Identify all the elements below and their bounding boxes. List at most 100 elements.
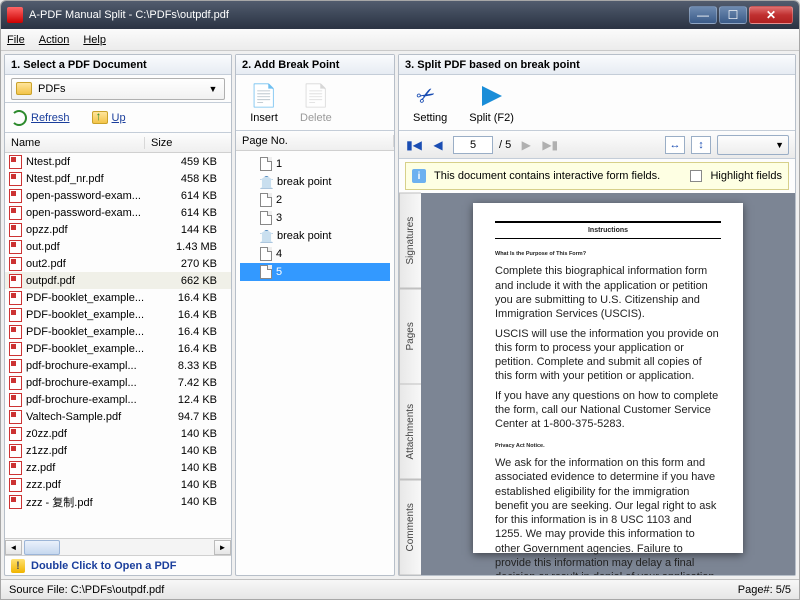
- hscroll-right[interactable]: ►: [214, 540, 231, 555]
- page-item[interactable]: 1: [240, 155, 390, 173]
- menu-action[interactable]: Action: [39, 34, 70, 46]
- zoom-combo[interactable]: ▼: [717, 135, 789, 155]
- file-row[interactable]: open-password-exam...614 KB: [5, 187, 231, 204]
- file-row[interactable]: open-password-exam...614 KB: [5, 204, 231, 221]
- menu-file[interactable]: File: [7, 34, 25, 46]
- file-row[interactable]: zzz.pdf140 KB: [5, 476, 231, 493]
- file-row[interactable]: Ntest.pdf_nr.pdf458 KB: [5, 170, 231, 187]
- page-item[interactable]: 5: [240, 263, 390, 281]
- maximize-button[interactable]: ☐: [719, 6, 747, 24]
- pdf-icon: [9, 291, 22, 305]
- panel-header-mid: 2. Add Break Point: [236, 55, 394, 75]
- last-page-button[interactable]: ▶▮: [541, 136, 559, 154]
- page-item[interactable]: 3: [240, 209, 390, 227]
- file-size: 94.7 KB: [149, 411, 227, 423]
- app-window: A-PDF Manual Split - C:\PDFs\outpdf.pdf …: [0, 0, 800, 600]
- minimize-button[interactable]: —: [689, 6, 717, 24]
- page-viewport[interactable]: Instructions What Is the Purpose of This…: [421, 193, 795, 575]
- hscroll-left[interactable]: ◄: [5, 540, 22, 555]
- file-row[interactable]: Valtech-Sample.pdf94.7 KB: [5, 408, 231, 425]
- file-name: Ntest.pdf_nr.pdf: [26, 173, 149, 185]
- insert-button[interactable]: 📄 Insert: [242, 80, 286, 126]
- file-size: 12.4 KB: [149, 394, 227, 406]
- prev-page-button[interactable]: ◀: [429, 136, 447, 154]
- page-item[interactable]: 4: [240, 245, 390, 263]
- insert-label: Insert: [250, 112, 278, 124]
- highlight-checkbox[interactable]: [690, 170, 702, 182]
- menu-help[interactable]: Help: [83, 34, 106, 46]
- file-row[interactable]: PDF-booklet_example...16.4 KB: [5, 306, 231, 323]
- file-size: 16.4 KB: [149, 326, 227, 338]
- break-point-item[interactable]: break point: [240, 227, 390, 245]
- file-row[interactable]: PDF-booklet_example...16.4 KB: [5, 289, 231, 306]
- file-size: 144 KB: [149, 224, 227, 236]
- up-button[interactable]: Up: [92, 111, 126, 124]
- doc-p1: Complete this biographical information f…: [495, 264, 721, 321]
- file-row[interactable]: z0zz.pdf140 KB: [5, 425, 231, 442]
- file-row[interactable]: out2.pdf270 KB: [5, 255, 231, 272]
- page-icon: [260, 247, 272, 261]
- file-row[interactable]: opzz.pdf144 KB: [5, 221, 231, 238]
- file-row[interactable]: z1zz.pdf140 KB: [5, 442, 231, 459]
- folder-up-icon: [92, 111, 108, 124]
- file-list[interactable]: Ntest.pdf459 KBNtest.pdf_nr.pdf458 KBope…: [5, 153, 231, 538]
- file-row[interactable]: PDF-booklet_example...16.4 KB: [5, 340, 231, 357]
- folder-icon: [16, 82, 32, 95]
- file-row[interactable]: PDF-booklet_example...16.4 KB: [5, 323, 231, 340]
- pdf-icon: [9, 172, 22, 186]
- col-page-no[interactable]: Page No.: [236, 135, 394, 147]
- fit-width-button[interactable]: ↔: [665, 136, 685, 154]
- doc-h1: What Is the Purpose of This Form?: [495, 251, 586, 257]
- file-list-hint: ! Double Click to Open a PDF: [5, 555, 231, 575]
- file-row[interactable]: pdf-brochure-exampl...8.33 KB: [5, 357, 231, 374]
- break-icon: [260, 176, 273, 189]
- next-page-button[interactable]: ▶: [517, 136, 535, 154]
- split-button[interactable]: Split (F2): [461, 80, 522, 126]
- viewer-tab-pages[interactable]: Pages: [399, 289, 421, 385]
- hscroll-thumb[interactable]: [24, 540, 60, 555]
- file-row[interactable]: pdf-brochure-exampl...12.4 KB: [5, 391, 231, 408]
- file-size: 140 KB: [149, 428, 227, 440]
- setting-button[interactable]: Setting: [405, 80, 455, 126]
- file-row[interactable]: outpdf.pdf662 KB: [5, 272, 231, 289]
- refresh-button[interactable]: Refresh: [11, 110, 70, 126]
- file-row[interactable]: pdf-brochure-exampl...7.42 KB: [5, 374, 231, 391]
- folder-name: PDFs: [38, 83, 206, 95]
- viewer-tab-signatures[interactable]: Signatures: [399, 193, 421, 289]
- pdf-icon: [9, 376, 22, 390]
- form-info-bar: i This document contains interactive for…: [405, 162, 789, 190]
- file-name: pdf-brochure-exampl...: [26, 360, 149, 372]
- panel-header-left: 1. Select a PDF Document: [5, 55, 231, 75]
- folder-combo[interactable]: PDFs ▼: [11, 78, 225, 100]
- fit-page-button[interactable]: ↕: [691, 136, 711, 154]
- page-item[interactable]: 2: [240, 191, 390, 209]
- file-row[interactable]: zz.pdf140 KB: [5, 459, 231, 476]
- warning-icon: !: [11, 559, 25, 573]
- file-name: PDF-booklet_example...: [26, 309, 149, 321]
- refresh-label: Refresh: [31, 112, 70, 124]
- delete-button[interactable]: 📄 Delete: [292, 80, 340, 126]
- pdf-icon: [9, 189, 22, 203]
- viewer-tab-comments[interactable]: Comments: [399, 480, 421, 576]
- file-row[interactable]: zzz - 复制.pdf140 KB: [5, 493, 231, 510]
- pdf-icon: [9, 240, 22, 254]
- file-row[interactable]: Ntest.pdf459 KB: [5, 153, 231, 170]
- close-button[interactable]: ✕: [749, 6, 793, 24]
- page-tree[interactable]: 1 break point 2 3 break point 45: [236, 151, 394, 575]
- titlebar[interactable]: A-PDF Manual Split - C:\PDFs\outpdf.pdf …: [1, 1, 799, 29]
- pdf-icon: [9, 444, 22, 458]
- viewer-tab-attachments[interactable]: Attachments: [399, 384, 421, 480]
- break-point-item[interactable]: break point: [240, 173, 390, 191]
- pdf-icon: [9, 461, 22, 475]
- file-row[interactable]: out.pdf1.43 MB: [5, 238, 231, 255]
- hscroll[interactable]: ◄ ►: [5, 538, 231, 555]
- first-page-button[interactable]: ▮◀: [405, 136, 423, 154]
- page-input[interactable]: [453, 136, 493, 154]
- page-item-label: break point: [277, 230, 331, 242]
- file-size: 140 KB: [149, 479, 227, 491]
- col-size[interactable]: Size: [145, 137, 231, 149]
- page-item-label: 2: [276, 194, 282, 206]
- col-name[interactable]: Name: [5, 137, 145, 149]
- page-item-label: 1: [276, 158, 282, 170]
- file-name: PDF-booklet_example...: [26, 326, 149, 338]
